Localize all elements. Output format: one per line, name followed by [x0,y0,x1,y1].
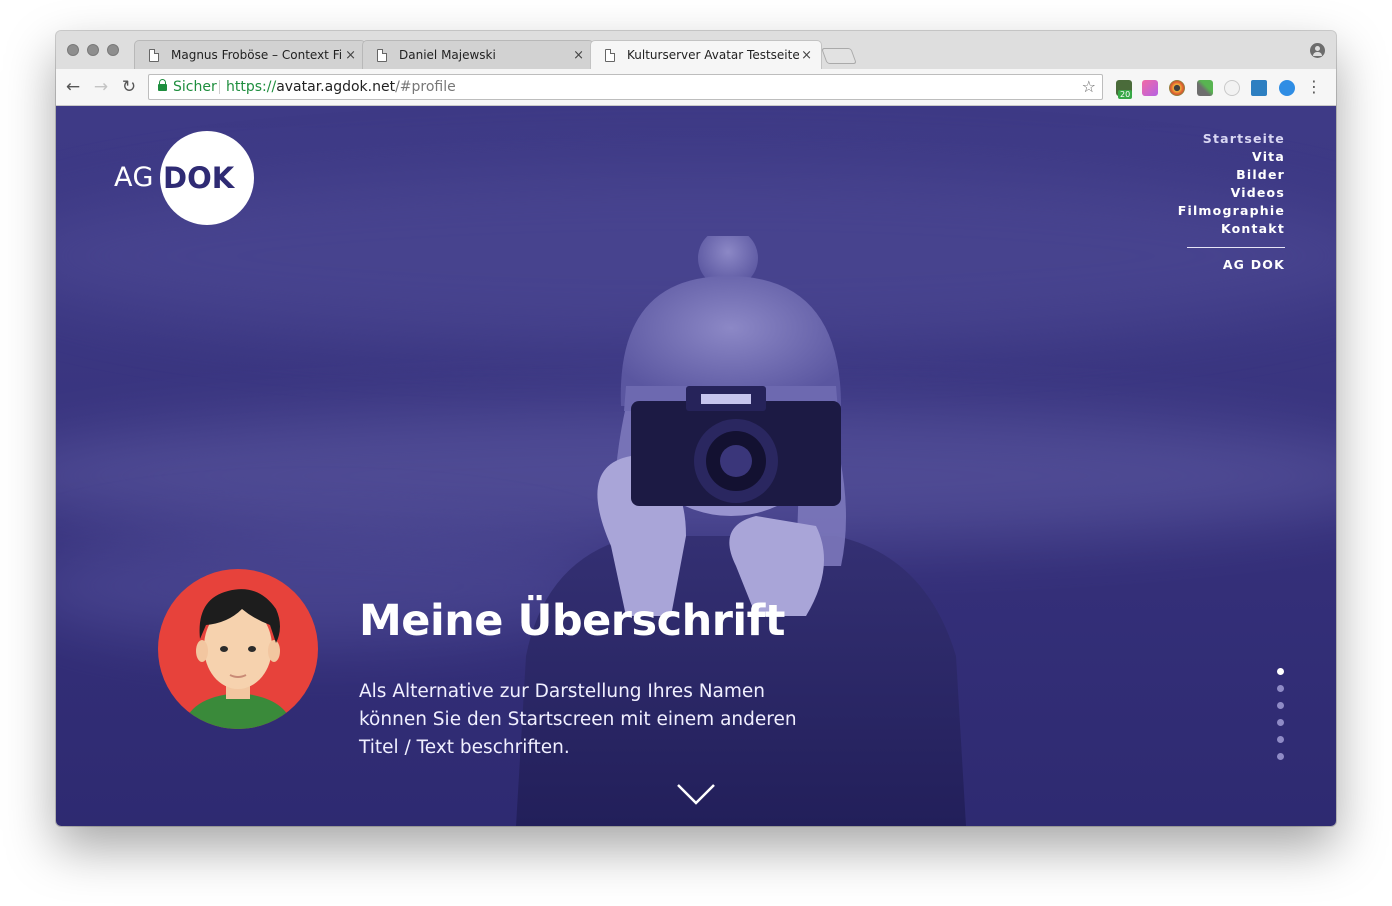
document-icon [377,49,387,62]
slide-dot[interactable] [1277,668,1284,675]
address-bar[interactable]: Sicher https://avatar.agdok.net/#profile… [148,74,1103,100]
new-tab-button[interactable] [821,48,857,64]
address-separator [219,80,220,94]
nav-kontakt[interactable]: Kontakt [1178,220,1285,238]
profile-icon[interactable] [1310,43,1325,58]
url-scheme: https:// [226,79,277,95]
browser-toolbar: ← → ↻ Sicher https://avatar.agdok.net/#p… [56,69,1336,106]
tab-daniel-majewski[interactable]: Daniel Majewski × [362,40,594,69]
bookmark-star-icon[interactable]: ☆ [1082,75,1096,99]
page-viewport: AG DOK Startseite Vita Bilder Videos Fil… [56,106,1336,826]
close-window-button[interactable] [67,44,79,56]
slide-pagination [1277,668,1285,770]
extension-badge: 20 [1118,90,1133,99]
nav-bilder[interactable]: Bilder [1178,166,1285,184]
tab-title: Magnus Froböse – Context Film [171,48,343,62]
forward-button[interactable]: → [89,75,113,99]
document-icon [149,49,159,62]
reload-button[interactable]: ↻ [117,75,141,99]
lock-icon [158,79,167,91]
extension-color-picker-icon[interactable] [1169,80,1185,96]
tab-title: Daniel Majewski [399,48,496,62]
minimize-window-button[interactable] [87,44,99,56]
slide-dot[interactable] [1277,719,1284,726]
hero-title: Meine Überschrift [359,596,785,646]
tab-title: Kulturserver Avatar Testseite [627,48,799,62]
document-icon [605,49,615,62]
browser-menu-icon[interactable]: ⋮ [1306,77,1322,97]
tab-strip: Magnus Froböse – Context Film × Daniel M… [56,31,1336,69]
secure-label: Sicher [173,79,217,95]
slide-dot[interactable] [1277,753,1284,760]
zoom-window-button[interactable] [107,44,119,56]
nav-filmographie[interactable]: Filmographie [1178,202,1285,220]
close-tab-icon[interactable]: × [801,41,812,69]
nav-divider [1187,247,1285,248]
tab-magnus-froboese[interactable]: Magnus Froböse – Context Film × [134,40,366,69]
close-tab-icon[interactable]: × [573,41,584,69]
nav-vita[interactable]: Vita [1178,148,1285,166]
main-navigation: Startseite Vita Bilder Videos Filmograph… [1178,130,1285,274]
nav-videos[interactable]: Videos [1178,184,1285,202]
url-text: https://avatar.agdok.net/#profile [226,75,456,99]
extension-zoom-icon[interactable] [1279,80,1295,96]
extension-gradient-icon[interactable] [1142,80,1158,96]
profile-avatar [158,569,318,729]
close-tab-icon[interactable]: × [345,41,356,69]
url-host: avatar.agdok.net [276,79,396,95]
extension-screenshot-icon[interactable] [1251,80,1267,96]
slide-dot[interactable] [1277,736,1284,743]
avatar-illustration [183,589,293,729]
hero-text: Als Alternative zur Darstellung Ihres Na… [359,681,797,758]
nav-ag-dok[interactable]: AG DOK [1178,256,1285,274]
extension-clock-icon[interactable] [1224,80,1240,96]
logo-ag[interactable]: AG [114,162,154,193]
slide-dot[interactable] [1277,702,1284,709]
window-controls [67,44,119,56]
url-path: /#profile [395,79,456,95]
tab-kulturserver-avatar[interactable]: Kulturserver Avatar Testseite × [590,40,822,69]
slide-dot[interactable] [1277,685,1284,692]
nav-startseite[interactable]: Startseite [1178,130,1285,148]
logo-dok[interactable]: DOK [163,161,234,195]
extension-eyedropper-icon[interactable] [1197,80,1213,96]
back-button[interactable]: ← [61,75,85,99]
chevron-down-icon[interactable] [676,782,716,806]
browser-window: Magnus Froböse – Context Film × Daniel M… [56,31,1336,826]
